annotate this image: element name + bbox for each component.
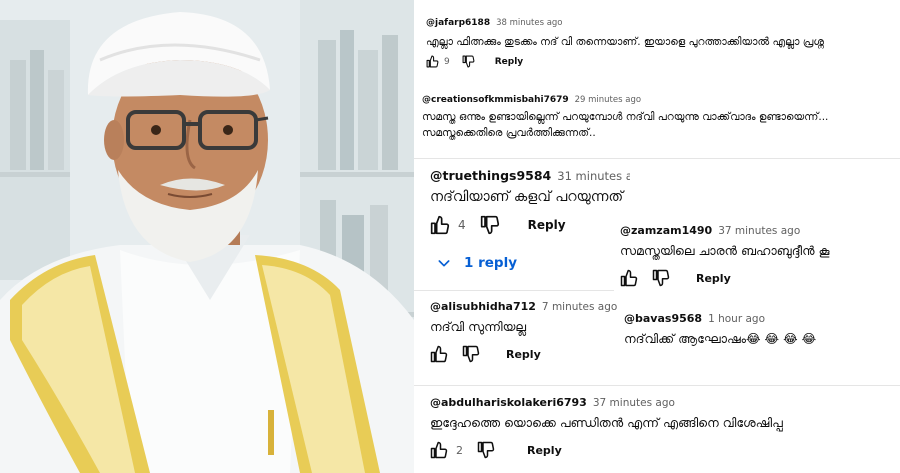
- comment-item: @alisubhidha712 7 minutes ago നദ്‌വി സുന…: [430, 300, 630, 363]
- comment-text-line-2: സമസ്തക്കെതിരെ പ്രവർത്തിക്കുന്നത്..: [422, 127, 596, 139]
- comment-timestamp[interactable]: 37 minutes ago: [718, 225, 800, 237]
- comment-actions: Reply: [620, 269, 900, 287]
- thumb-down-icon[interactable]: [480, 215, 500, 235]
- like-count: 9: [444, 56, 450, 67]
- comment-item: @bavas9568 1 hour ago നദ്‌വിക്ക് ആഘോഷം😂 …: [624, 312, 900, 347]
- comment-text: ഇദ്ദേഹത്തെ യൊക്കെ പണ്ഡിതൻ എന്ന് എങ്ങിനെ …: [430, 415, 783, 430]
- thumb-up-icon[interactable]: [430, 215, 450, 235]
- reply-button[interactable]: Reply: [527, 444, 562, 457]
- thumb-up-icon[interactable]: [430, 345, 448, 363]
- divider: [414, 385, 900, 386]
- comment-item: @truethings9584 31 minutes ago നദ്‌വിയാണ…: [430, 168, 630, 235]
- reply-button[interactable]: Reply: [506, 348, 541, 361]
- comment-text: സമസ്തയിലെ ചാരൻ ബഹാബുദ്ദീൻ കൂ: [620, 243, 830, 258]
- comment-timestamp[interactable]: 31 minutes ago: [557, 169, 630, 183]
- chevron-down-icon: [436, 255, 452, 271]
- comment-text: സമസ്ത ഒന്നും ഉണ്ടായില്ലെന്ന് പറയുമ്പോൾ ന…: [422, 111, 829, 123]
- thumb-up-icon[interactable]: [426, 55, 439, 68]
- comment-item: @jafarp6188 38 minutes ago എല്ലാ ഫിത്നക്…: [426, 18, 900, 68]
- comment-author[interactable]: @zamzam1490: [620, 224, 712, 237]
- view-replies-button[interactable]: 1 reply: [436, 255, 517, 271]
- comment-item: @abdulhariskolakeri6793 37 minutes ago ഇ…: [430, 396, 900, 459]
- comment-timestamp[interactable]: 7 minutes ago: [542, 301, 617, 313]
- comment-actions: 9 Reply: [426, 55, 900, 68]
- reply-button[interactable]: Reply: [528, 218, 566, 232]
- thumb-down-icon[interactable]: [462, 55, 475, 68]
- divider: [414, 290, 614, 291]
- comment-text: നദ്‌വിക്ക് ആഘോഷം😂 😂 😂 😂: [624, 331, 817, 346]
- comment-text: നദ്‌വി സുന്നിയല്ല: [430, 319, 527, 334]
- thumb-down-icon[interactable]: [462, 345, 480, 363]
- comment-timestamp[interactable]: 37 minutes ago: [593, 397, 675, 409]
- comment-author[interactable]: @bavas9568: [624, 312, 702, 325]
- comment-author[interactable]: @truethings9584: [430, 168, 551, 183]
- comment-actions: Reply: [430, 345, 630, 363]
- thumb-up-icon[interactable]: [620, 269, 638, 287]
- reply-button[interactable]: Reply: [495, 57, 523, 67]
- divider: [414, 158, 900, 159]
- comment-text: എല്ലാ ഫിത്നക്കും തുടക്കം നദ് വി തന്നെയാണ…: [426, 36, 824, 48]
- comment-actions: 4 Reply: [430, 215, 630, 235]
- thumb-down-icon[interactable]: [652, 269, 670, 287]
- comment-text: നദ്‌വിയാണ് കളവ് പറയുന്നത്: [430, 189, 624, 205]
- reply-button[interactable]: Reply: [696, 272, 731, 285]
- comment-author[interactable]: @creationsofkmmisbahi7679: [422, 95, 569, 105]
- scholar-photo: [0, 0, 414, 473]
- comment-item: @zamzam1490 37 minutes ago സമസ്തയിലെ ചാര…: [620, 224, 900, 293]
- like-count: 4: [458, 218, 466, 232]
- comment-actions: 2 Reply: [430, 441, 900, 459]
- comment-timestamp[interactable]: 29 minutes ago: [575, 95, 641, 105]
- comment-author[interactable]: @abdulhariskolakeri6793: [430, 396, 587, 409]
- comment-author[interactable]: @jafarp6188: [426, 18, 490, 28]
- thumb-up-icon[interactable]: [430, 441, 448, 459]
- comments-panel: @jafarp6188 38 minutes ago എല്ലാ ഫിത്നക്…: [414, 0, 900, 473]
- like-count: 2: [456, 443, 463, 457]
- comment-item: @creationsofkmmisbahi7679 29 minutes ago…: [422, 95, 900, 141]
- comment-timestamp[interactable]: 1 hour ago: [708, 313, 765, 325]
- replies-count-label: 1 reply: [464, 255, 517, 271]
- thumb-down-icon[interactable]: [477, 441, 495, 459]
- comment-timestamp[interactable]: 38 minutes ago: [496, 18, 562, 28]
- comment-author[interactable]: @alisubhidha712: [430, 300, 536, 313]
- portrait-illustration: [0, 0, 414, 473]
